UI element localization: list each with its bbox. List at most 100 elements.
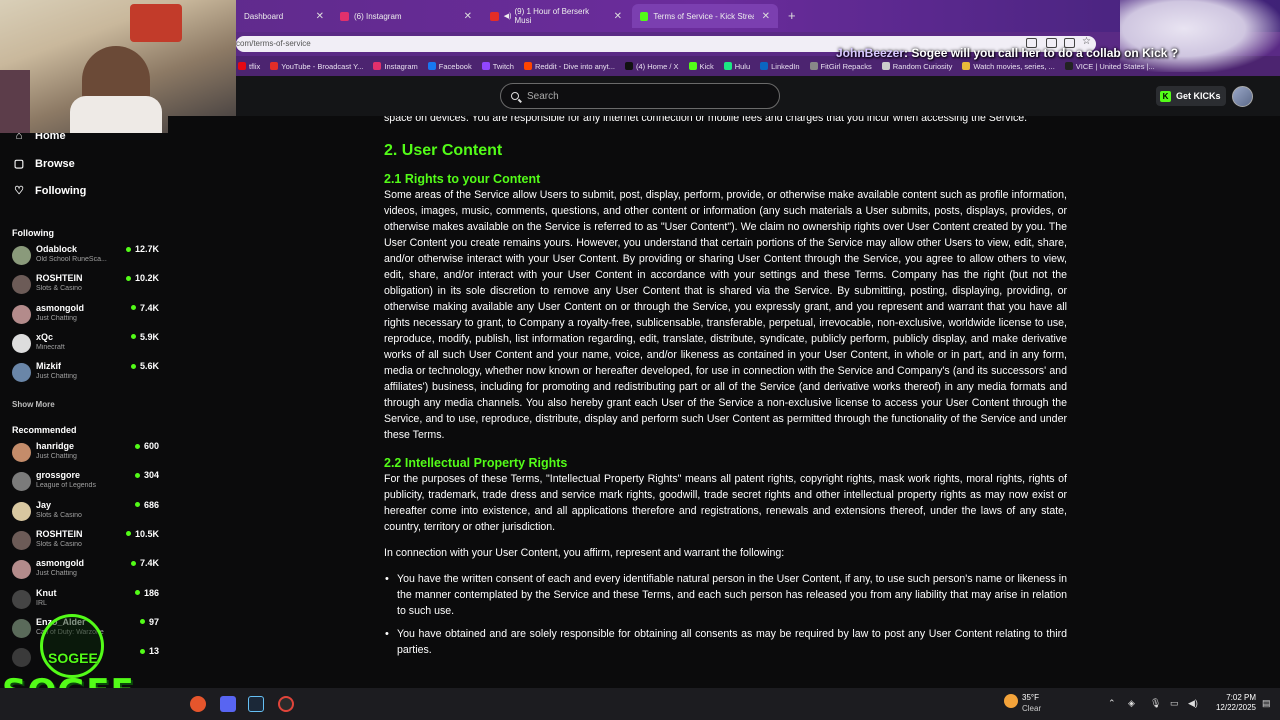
- tab-label: Dashboard: [244, 11, 284, 21]
- bookmark-icon: [688, 62, 697, 70]
- channel-item[interactable]: hanridge Just Chatting 600: [12, 440, 162, 466]
- bookmark-label: (4) Home / X: [636, 61, 679, 71]
- display-icon[interactable]: ▭: [1170, 698, 1179, 709]
- tab-label: (6) Instagram: [354, 11, 402, 21]
- bookmark-item[interactable]: Watch movies, series, ...: [962, 61, 1055, 71]
- viewer-count-value: 7.4K: [139, 558, 159, 569]
- channel-avatar: [12, 472, 31, 492]
- obs-icon[interactable]: [278, 696, 294, 712]
- logo-small-text: SOGEE: [48, 650, 98, 666]
- new-tab-button[interactable]: +: [788, 8, 796, 23]
- bookmark-label: Kick: [699, 61, 714, 71]
- bookmark-item[interactable]: Instagram: [373, 62, 418, 71]
- system-clock[interactable]: 7:02 PM 12/22/2025: [1206, 693, 1256, 713]
- viewer-count: 5.6K: [130, 361, 159, 371]
- viewer-count: 7.4K: [130, 303, 159, 313]
- close-icon[interactable]: ✕: [308, 11, 324, 22]
- search-icon: [511, 92, 519, 100]
- bookmark-item[interactable]: LinkedIn: [760, 62, 800, 71]
- network-icon[interactable]: ◈: [1128, 698, 1135, 709]
- channel-item[interactable]: ROSHTEIN Slots & Casino 10.5K: [12, 528, 162, 554]
- user-avatar[interactable]: [1232, 86, 1253, 107]
- tab-label: Terms of Service - Kick Streami: [653, 11, 753, 21]
- channel-item[interactable]: asmongold Just Chatting 7.4K: [12, 557, 162, 583]
- affirm-list: You have the written consent of each and…: [384, 571, 1067, 658]
- bookmark-item[interactable]: Hulu: [723, 62, 750, 71]
- steam-icon[interactable]: [248, 696, 264, 712]
- bookmark-item[interactable]: Kick: [688, 61, 714, 71]
- channel-name: ROSHTEIN: [36, 528, 83, 539]
- viewer-count: 186: [134, 588, 159, 598]
- tab-instagram[interactable]: (6) Instagram ✕: [332, 4, 480, 28]
- affirm-paragraph: In connection with your User Content, yo…: [384, 547, 785, 559]
- tab-youtube[interactable]: ◀) (9) 1 Hour of Berserk Musi ✕: [482, 4, 630, 28]
- get-kicks-button[interactable]: K Get KICKs: [1156, 86, 1226, 106]
- close-icon[interactable]: ✕: [456, 11, 472, 22]
- get-kicks-label: Get KICKs: [1176, 91, 1221, 101]
- bookmark-label: YouTube - Broadcast Y...: [281, 61, 364, 71]
- channel-category: Slots & Casino: [36, 285, 82, 293]
- sidebar-item-browse[interactable]: ▢ Browse: [12, 157, 75, 171]
- show-more-link[interactable]: Show More: [12, 400, 55, 409]
- bookmark-icon: [760, 62, 769, 70]
- channel-name: asmongold: [36, 302, 85, 313]
- channel-category: Minecraft: [36, 343, 65, 351]
- channel-item[interactable]: Odablock Old School RuneSca... 12.7K: [12, 243, 162, 269]
- bookmark-label: Reddit - Dive into anyt...: [534, 61, 616, 71]
- notification-icon[interactable]: ▤: [1262, 698, 1271, 709]
- bookmark-icon: [523, 62, 532, 70]
- chevron-up-icon[interactable]: ⌃: [1108, 698, 1116, 709]
- bookmark-item[interactable]: Reddit - Dive into anyt...: [523, 61, 616, 71]
- discord-icon[interactable]: [220, 696, 236, 712]
- volume-icon[interactable]: ◀): [1188, 698, 1198, 709]
- live-dot-icon: [130, 334, 136, 340]
- channel-item[interactable]: grossgore League of Legends 304: [12, 469, 162, 495]
- channel-item[interactable]: asmongold Just Chatting 7.4K: [12, 302, 162, 328]
- close-icon[interactable]: ✕: [606, 11, 622, 22]
- channel-item[interactable]: xQc Minecraft 5.9K: [12, 331, 162, 357]
- kick-icon: [640, 11, 649, 21]
- channel-category: Just Chatting: [36, 453, 77, 460]
- bookmark-icon: [373, 62, 382, 70]
- tab-kick-terms[interactable]: Terms of Service - Kick Streami ✕: [632, 4, 778, 28]
- subsection-heading: 2.2 Intellectual Property Rights: [384, 456, 568, 470]
- live-dot-icon: [134, 590, 140, 595]
- recommended-section-title: Recommended: [12, 425, 77, 435]
- list-item: You have the written consent of each and…: [384, 571, 1067, 619]
- channel-item[interactable]: Mizkif Just Chatting 5.6K: [12, 360, 162, 386]
- intro-paragraph: space on devices. You are responsible fo…: [384, 116, 1028, 124]
- bookmark-item[interactable]: YouTube - Broadcast Y...: [270, 62, 363, 71]
- bookmark-item[interactable]: Facebook: [427, 62, 472, 71]
- channel-avatar: [12, 443, 31, 462]
- search-placeholder: Search: [527, 90, 559, 102]
- bookmark-label: Watch movies, series, ...: [973, 61, 1055, 71]
- bookmark-icon: [723, 62, 732, 70]
- terms-document: space on devices. You are responsible fo…: [384, 116, 1067, 658]
- live-dot-icon: [134, 472, 140, 478]
- channel-item[interactable]: Jay Slots & Casino 686: [12, 499, 162, 525]
- bookmark-icon: [427, 62, 436, 70]
- clock-date: 12/22/2025: [1215, 703, 1256, 712]
- mic-icon[interactable]: 🎙: [1150, 698, 1161, 709]
- sidebar-item-following[interactable]: ♡ Following: [12, 184, 86, 198]
- tab-dashboard[interactable]: Dashboard ✕: [236, 4, 332, 28]
- channel-avatar: [12, 589, 31, 609]
- channel-category: Just Chatting: [36, 314, 77, 322]
- channel-item[interactable]: ROSHTEIN Slots & Casino 10.2K: [12, 272, 162, 298]
- kick-logo-icon: K: [1160, 90, 1171, 102]
- star-icon[interactable]: ☆: [1082, 36, 1093, 47]
- channel-avatar: [12, 560, 31, 580]
- search-input[interactable]: Search: [500, 83, 780, 109]
- app-icon[interactable]: [190, 696, 206, 712]
- bookmark-icon: [962, 62, 971, 70]
- bookmark-label: Twitch: [492, 61, 514, 71]
- weather-widget[interactable]: 35°F Clear: [1004, 692, 1084, 716]
- bookmark-item[interactable]: FitGirl Repacks: [809, 62, 872, 71]
- channel-item[interactable]: Knut IRL 186: [12, 587, 162, 613]
- youtube-icon: [490, 11, 499, 21]
- bookmark-item[interactable]: Twitch: [481, 61, 514, 71]
- bookmark-item[interactable]: (4) Home / X: [625, 62, 679, 71]
- bookmark-item[interactable]: tflix: [238, 62, 260, 71]
- bookmark-item[interactable]: Random Curiosity: [881, 62, 952, 71]
- close-icon[interactable]: ✕: [754, 11, 770, 22]
